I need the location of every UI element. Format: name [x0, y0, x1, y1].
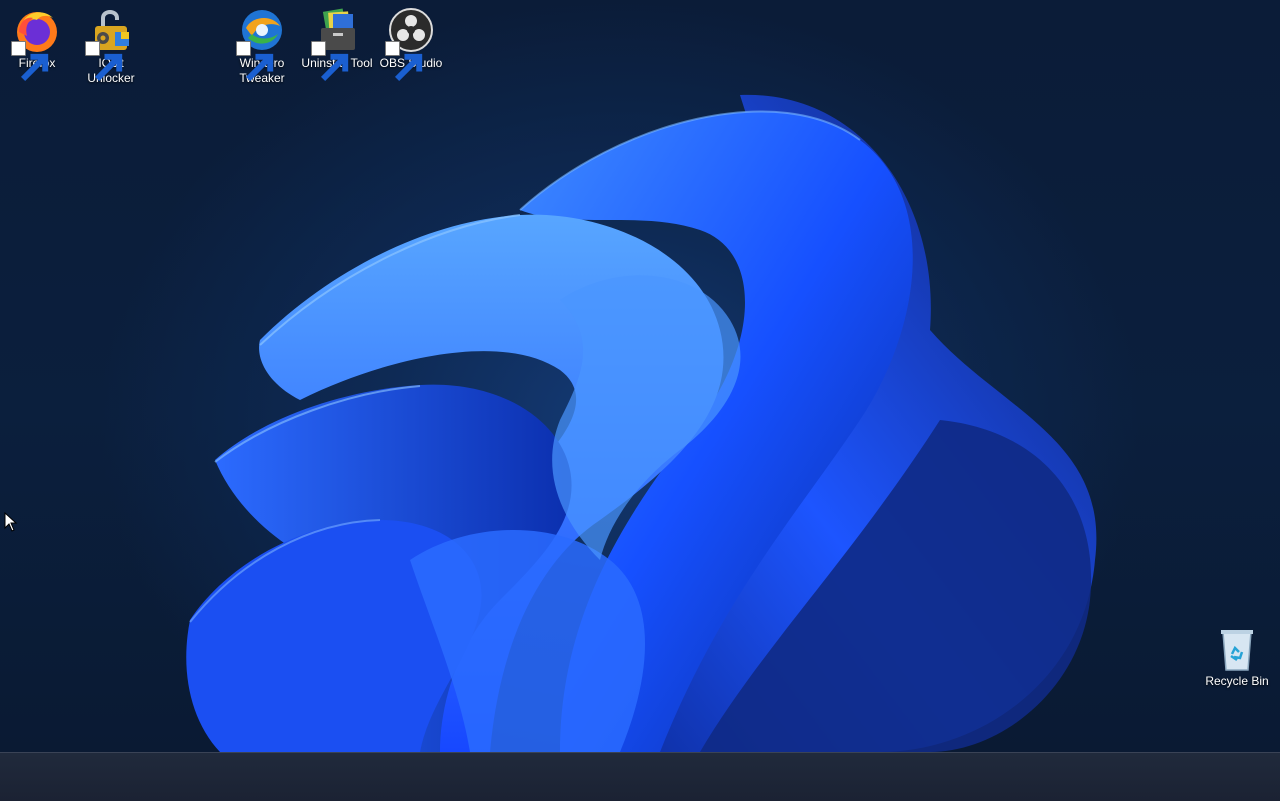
firefox-icon [11, 6, 61, 82]
obs-studio-icon [385, 6, 435, 82]
shortcut-arrow-icon [11, 41, 49, 82]
desktop[interactable]: Firefox IObit Unlocker Winaero Tweaker U… [0, 0, 1280, 752]
winaero-tweaker-icon [236, 6, 286, 82]
shortcut-arrow-icon [85, 41, 123, 82]
shortcut-arrow-icon [385, 41, 423, 82]
iobit-unlocker-icon [85, 6, 135, 82]
recycle-bin-icon [1213, 624, 1261, 672]
mouse-cursor-icon [4, 512, 18, 532]
wallpaper-bloom [186, 94, 1097, 752]
desktop-icon-uninstall-tool[interactable]: Uninstall Tool [300, 0, 374, 82]
uninstall-tool-icon [311, 6, 361, 82]
desktop-icon-label: Recycle Bin [1205, 674, 1269, 688]
shortcut-arrow-icon [311, 41, 349, 82]
desktop-icon-obs-studio[interactable]: OBS Studio [374, 0, 448, 82]
desktop-icon-firefox[interactable]: Firefox [0, 0, 74, 82]
desktop-icon-iobit-unlocker[interactable]: IObit Unlocker [74, 0, 148, 86]
desktop-icon-winaero-tweaker[interactable]: Winaero Tweaker [225, 0, 299, 86]
shortcut-arrow-icon [236, 41, 274, 82]
taskbar[interactable] [0, 752, 1280, 801]
desktop-icon-recycle-bin[interactable]: Recycle Bin [1200, 618, 1274, 689]
